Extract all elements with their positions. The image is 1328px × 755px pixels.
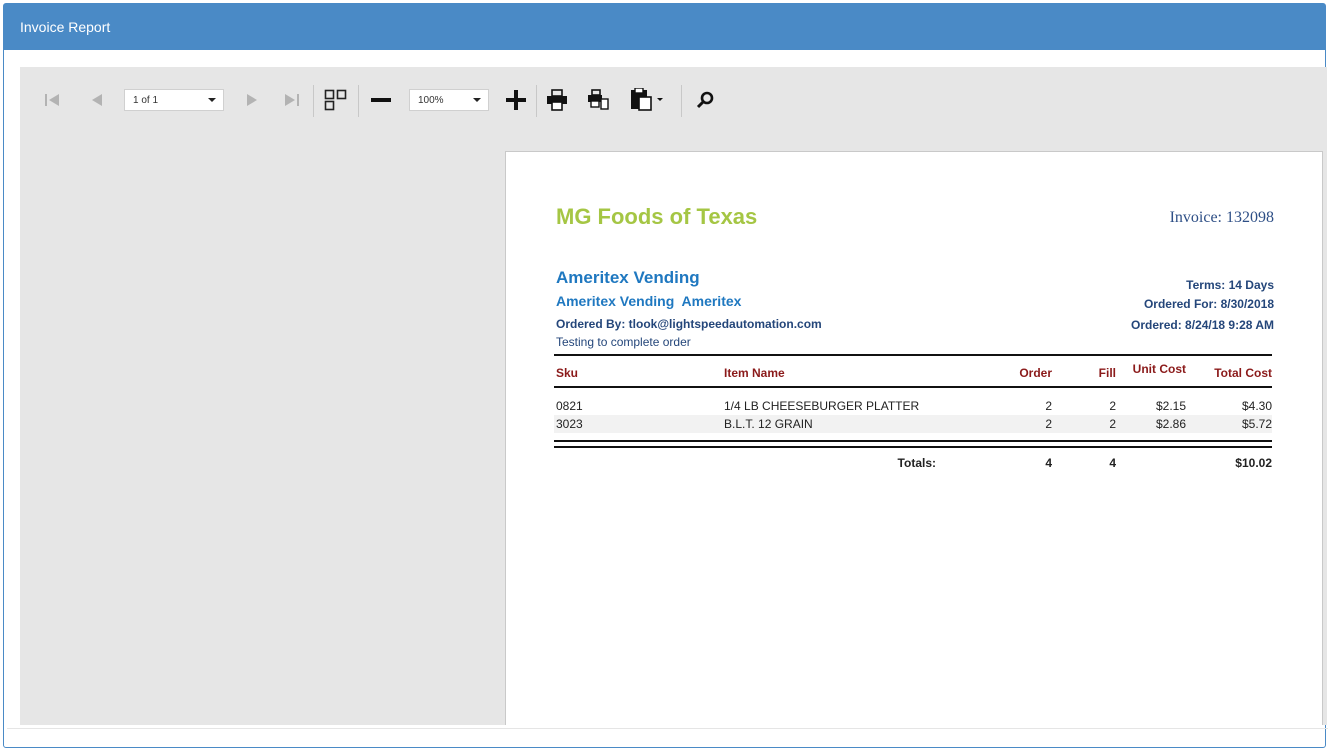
first-page-icon: [44, 93, 60, 107]
totals-label: Totals:: [897, 456, 936, 470]
row-item-name: 1/4 LB CHEESEBURGER PLATTER: [724, 399, 920, 413]
page-select[interactable]: 1 of 1: [124, 89, 224, 111]
row-fill: 2: [1109, 417, 1116, 431]
ordered-date: Ordered: 8/24/18 9:28 AM: [1131, 318, 1274, 332]
column-header-item: Item Name: [724, 366, 785, 380]
zoom-in-button[interactable]: [504, 85, 528, 115]
export-icon: [630, 88, 666, 112]
next-page-icon: [245, 93, 259, 107]
last-page-icon: [284, 93, 300, 107]
toolbar-divider: [358, 85, 359, 117]
row-unit-cost: $2.15: [1155, 399, 1186, 413]
horizontal-scrollbar[interactable]: [7, 728, 1328, 729]
page-select-value: 1 of 1: [133, 95, 159, 106]
search-button[interactable]: [693, 85, 717, 115]
report-viewer: 1 of 1 100% MG Foods of Texas Invoice: 1…: [20, 67, 1327, 725]
zoom-out-button[interactable]: [369, 85, 393, 115]
row-total-cost: $4.30: [1241, 399, 1272, 413]
invoice-number: Invoice: 132098: [1169, 209, 1274, 226]
zoom-select[interactable]: 100%: [409, 89, 489, 111]
column-header-total-cost: Total Cost: [1214, 366, 1272, 380]
print-page-button[interactable]: [584, 85, 612, 115]
chevron-down-icon: [208, 98, 216, 102]
prev-page-button[interactable]: [85, 85, 109, 115]
customer-detail: Ameritex Vending Ameritex: [556, 293, 742, 309]
toolbar-divider: [313, 85, 314, 117]
panel-title: Invoice Report: [20, 19, 111, 35]
totals-order: 4: [1045, 456, 1052, 470]
panel-header: Invoice Report: [4, 4, 1325, 50]
column-header-unit-cost: Unit Cost: [1132, 362, 1186, 376]
company-name: MG Foods of Texas: [556, 204, 758, 229]
row-sku: 3023: [556, 417, 583, 431]
print-button[interactable]: [543, 85, 571, 115]
row-sku: 0821: [556, 399, 583, 413]
next-page-button[interactable]: [240, 85, 264, 115]
export-button[interactable]: [628, 85, 668, 115]
totals-total-cost: $10.02: [1235, 456, 1272, 470]
row-fill: 2: [1109, 399, 1116, 413]
print-icon: [546, 89, 568, 111]
row-order: 2: [1045, 417, 1052, 431]
row-total-cost: $5.72: [1241, 417, 1272, 431]
report-panel: Invoice Report 1 of 1 100% MG Foods of T…: [3, 3, 1328, 748]
multipage-icon: [324, 89, 350, 111]
prev-page-icon: [90, 93, 104, 107]
order-note: Testing to complete order: [556, 335, 691, 349]
row-order: 2: [1045, 399, 1052, 413]
totals-double-rule: [554, 446, 1272, 448]
column-header-sku: Sku: [556, 366, 579, 380]
header-top-rule: [554, 354, 1272, 356]
ordered-for: Ordered For: 8/30/2018: [1143, 297, 1274, 311]
ordered-by: Ordered By: tlook@lightspeedautomation.c…: [556, 317, 822, 331]
chevron-down-icon: [473, 98, 481, 102]
table-row: 3023 B.L.T. 12 GRAIN 2 2 $2.86 $5.72: [554, 415, 1272, 433]
last-page-button[interactable]: [280, 85, 304, 115]
header-bottom-rule: [554, 386, 1272, 388]
print-page-icon: [587, 89, 609, 111]
viewer-toolbar: 1 of 1 100%: [20, 85, 1327, 117]
table-row: 0821 1/4 LB CHEESEBURGER PLATTER 2 2 $2.…: [554, 397, 1272, 415]
report-page: MG Foods of Texas Invoice: 132098 Amerit…: [505, 151, 1323, 725]
column-header-order: Order: [1019, 366, 1052, 380]
toolbar-divider: [681, 85, 682, 117]
zoom-in-icon: [506, 90, 526, 110]
first-page-button[interactable]: [40, 85, 64, 115]
search-icon: [696, 91, 714, 109]
row-item-name: B.L.T. 12 GRAIN: [724, 417, 813, 431]
row-unit-cost: $2.86: [1155, 417, 1186, 431]
terms: Terms: 14 Days: [1186, 278, 1274, 292]
multipage-button[interactable]: [322, 85, 352, 115]
customer-name: Ameritex Vending: [556, 268, 700, 287]
totals-top-rule: [554, 440, 1272, 442]
zoom-select-value: 100%: [418, 95, 444, 106]
column-header-fill: Fill: [1098, 366, 1116, 380]
toolbar-divider: [536, 85, 537, 117]
zoom-out-icon: [371, 93, 391, 107]
totals-fill: 4: [1109, 456, 1116, 470]
